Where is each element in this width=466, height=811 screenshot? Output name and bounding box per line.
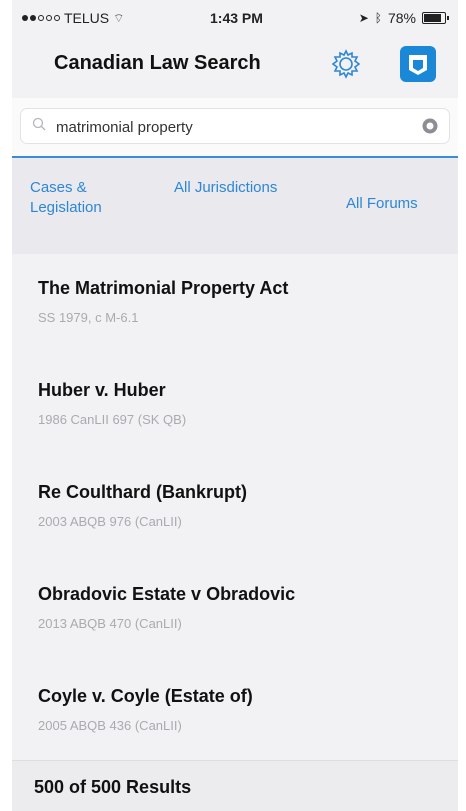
filter-bar: Cases & Legislation All Jurisdictions Al…	[12, 158, 458, 254]
battery-icon	[422, 12, 449, 24]
page-title: Canadian Law Search	[54, 52, 261, 74]
results-list: The Matrimonial Property Act SS 1979, c …	[12, 258, 458, 758]
list-item[interactable]: Huber v. Huber 1986 CanLII 697 (SK QB)	[12, 360, 458, 450]
carrier-group: TELUS ⌔	[22, 10, 124, 26]
search-bar	[12, 98, 458, 158]
search-field	[20, 108, 450, 144]
result-citation: 1986 CanLII 697 (SK QB)	[38, 412, 187, 427]
result-citation: 2013 ABQB 470 (CanLII)	[38, 616, 182, 631]
signal-icon	[22, 15, 60, 21]
carrier-label: TELUS	[64, 10, 110, 26]
clear-icon[interactable]	[422, 118, 438, 134]
result-title: Huber v. Huber	[38, 380, 166, 400]
filter-jurisdiction[interactable]: All Jurisdictions	[174, 178, 324, 198]
battery-percent: 78%	[387, 10, 416, 26]
nav-bar: Canadian Law Search	[12, 34, 458, 92]
bluetooth-icon: ᛒ	[374, 11, 382, 25]
search-input[interactable]	[54, 110, 418, 144]
filter-document-type[interactable]: Cases & Legislation	[30, 178, 150, 218]
gear-icon[interactable]	[328, 46, 364, 82]
list-item[interactable]: Coyle v. Coyle (Estate of) 2005 ABQB 436…	[12, 666, 458, 756]
location-icon: ➤	[358, 11, 369, 25]
list-item[interactable]: Re Coulthard (Bankrupt) 2003 ABQB 976 (C…	[12, 462, 458, 552]
list-item[interactable]: The Matrimonial Property Act SS 1979, c …	[12, 258, 458, 348]
clock: 1:43 PM	[210, 10, 263, 26]
canlii-logo-icon[interactable]	[400, 46, 436, 82]
app-screen: TELUS ⌔ 1:43 PM ➤ ᛒ 78% Canadian Law Sea…	[12, 0, 458, 811]
search-icon	[32, 117, 46, 131]
status-right: ➤ ᛒ 78%	[358, 10, 449, 26]
result-citation: SS 1979, c M-6.1	[38, 310, 139, 325]
filter-forum[interactable]: All Forums	[346, 194, 456, 214]
result-count: 500 of 500 Results	[34, 777, 192, 797]
list-item[interactable]: Obradovic Estate v Obradovic 2013 ABQB 4…	[12, 564, 458, 654]
results-footer: 500 of 500 Results	[12, 760, 458, 811]
status-bar: TELUS ⌔ 1:43 PM ➤ ᛒ 78%	[12, 0, 458, 34]
result-citation: 2005 ABQB 436 (CanLII)	[38, 718, 182, 733]
result-title: Coyle v. Coyle (Estate of)	[38, 686, 253, 706]
wifi-icon: ⌔	[113, 10, 125, 25]
result-citation: 2003 ABQB 976 (CanLII)	[38, 514, 182, 529]
result-title: Obradovic Estate v Obradovic	[38, 584, 296, 604]
result-title: Re Coulthard (Bankrupt)	[38, 482, 247, 502]
result-title: The Matrimonial Property Act	[38, 278, 289, 298]
